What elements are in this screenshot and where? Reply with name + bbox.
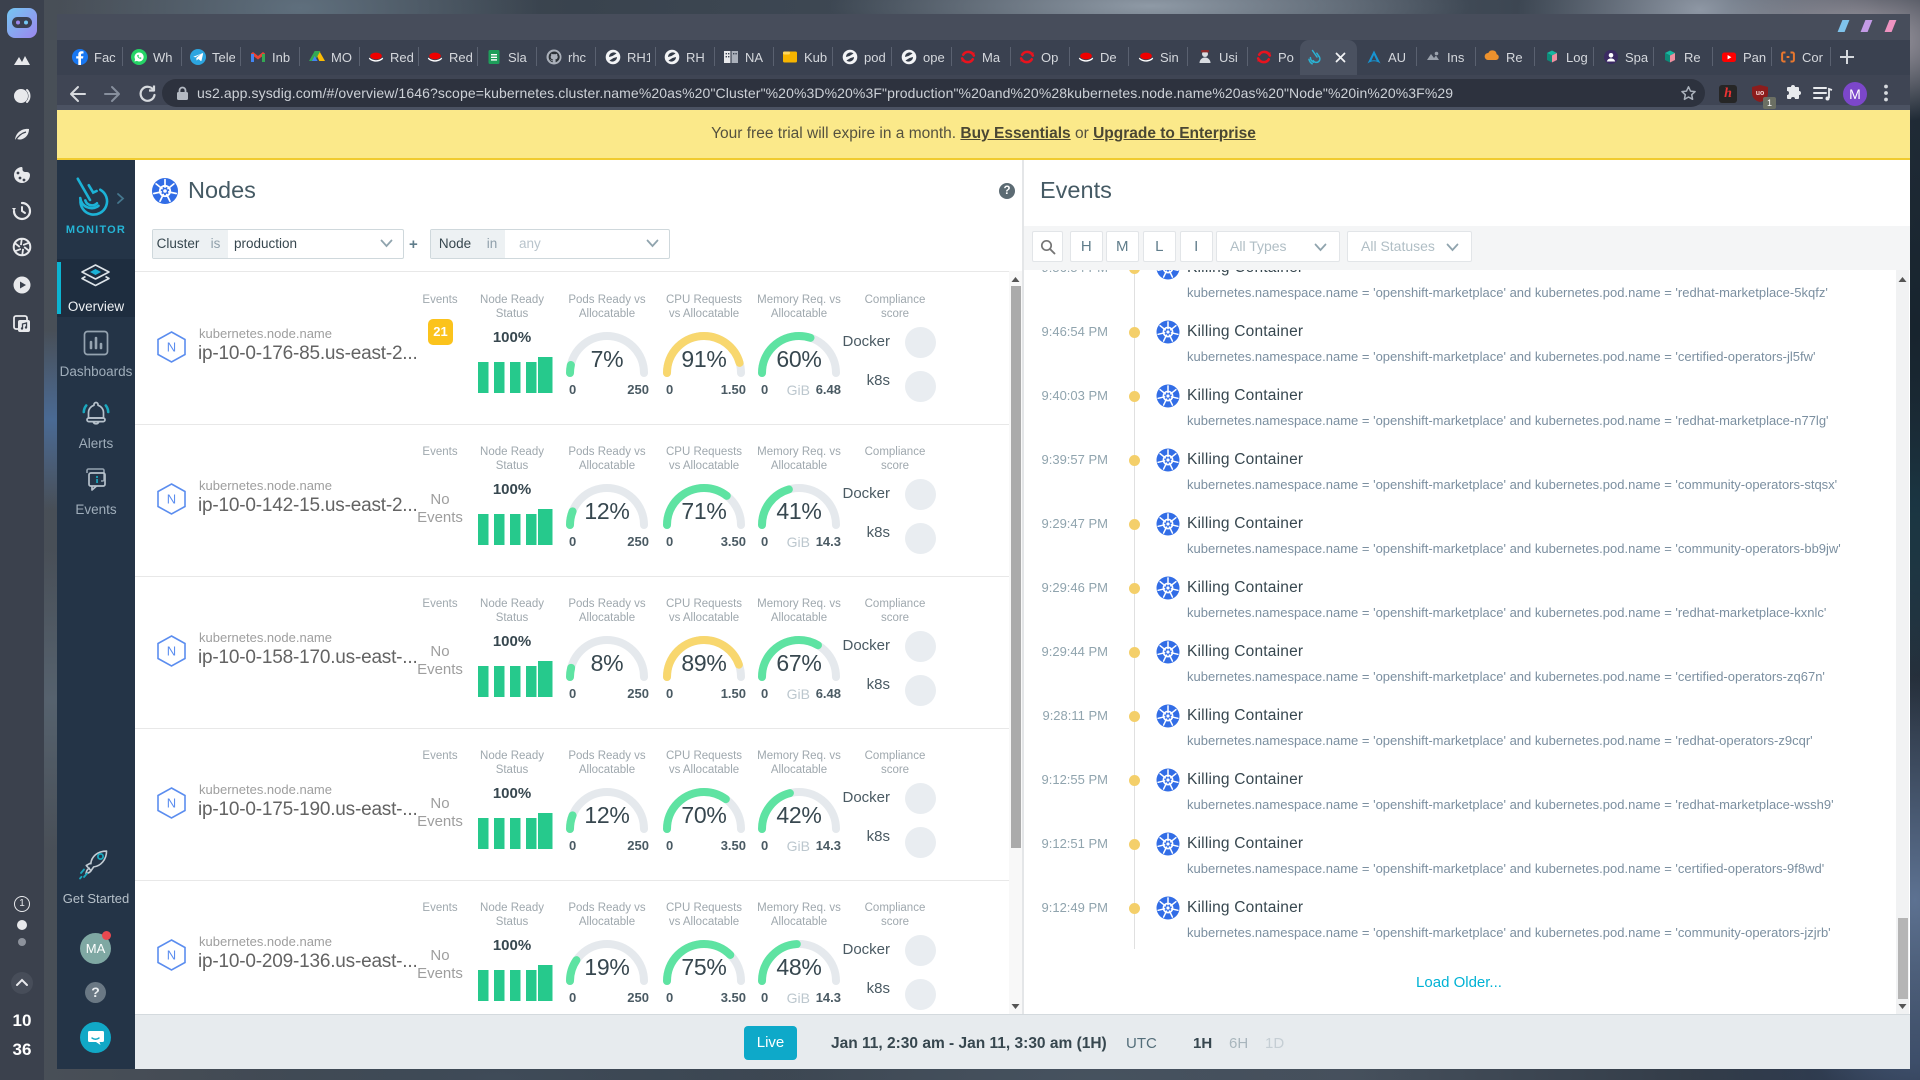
svg-text:N: N: [167, 340, 176, 355]
svg-text:N: N: [167, 492, 176, 507]
svg-text:N: N: [167, 948, 176, 963]
svg-text:N: N: [167, 796, 176, 811]
svg-text:N: N: [167, 644, 176, 659]
svg-text:uo: uo: [1756, 90, 1765, 97]
